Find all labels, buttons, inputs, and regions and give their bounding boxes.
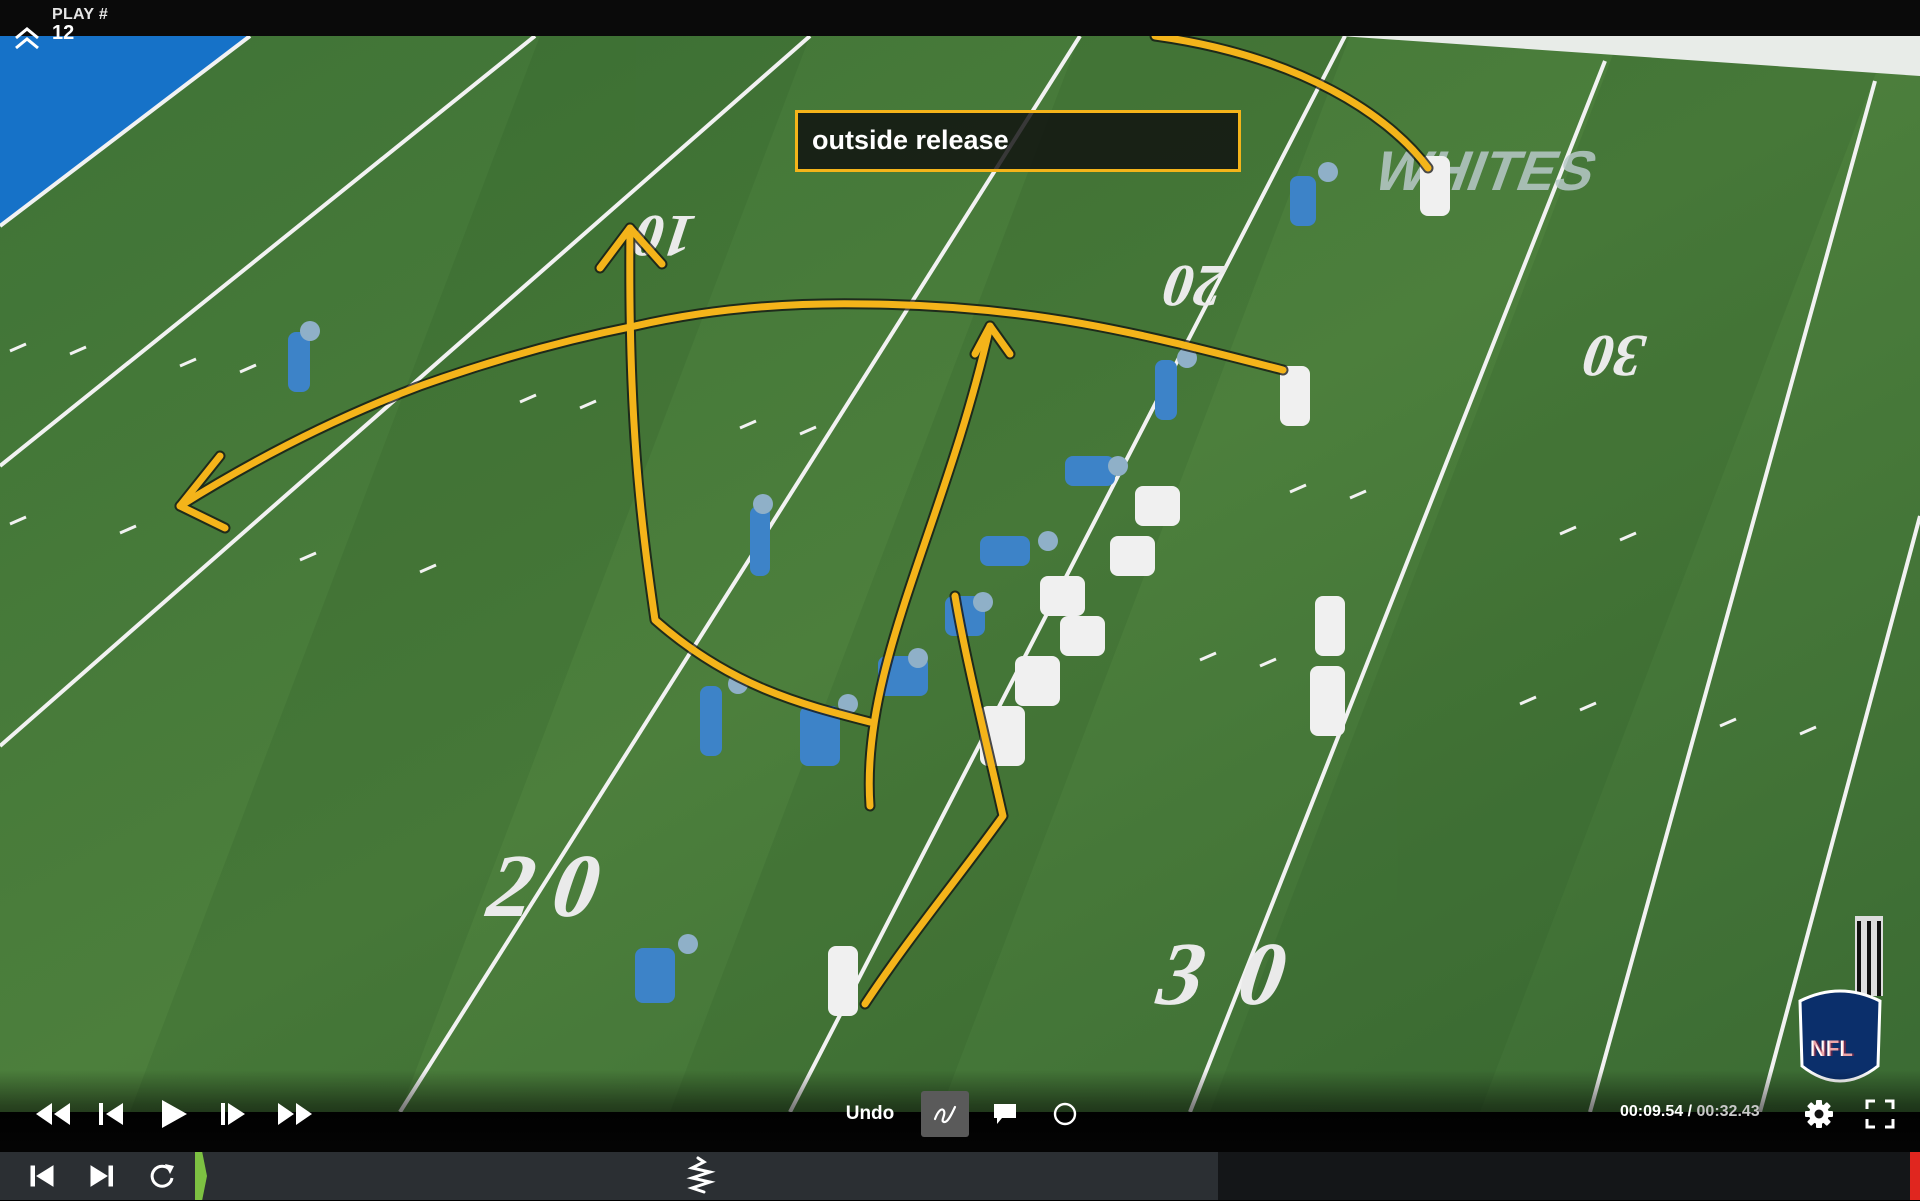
football-field: 10 20 30 20 30 WHITES NFL NFL [0, 36, 1920, 1112]
step-back-button[interactable] [92, 1092, 132, 1136]
yard-number-near-30: 30 [1144, 924, 1338, 1023]
fast-forward-icon [278, 1103, 312, 1125]
fast-rewind-icon [36, 1103, 70, 1125]
gear-icon [1805, 1100, 1833, 1128]
fullscreen-button[interactable] [1856, 1092, 1904, 1136]
pen-tool-button[interactable] [921, 1091, 969, 1137]
undo-label: Undo [845, 1103, 895, 1124]
replay-icon [150, 1164, 174, 1188]
play-number: 12 [52, 22, 75, 44]
replay-button[interactable] [142, 1158, 182, 1194]
annotation-text: outside release [812, 125, 1009, 155]
circle-icon [1053, 1102, 1077, 1126]
current-time: 00:09.54 [1620, 1103, 1684, 1120]
comment-icon [994, 1104, 1016, 1124]
referee [1855, 916, 1883, 996]
play-info: PLAY # 12 [12, 6, 108, 54]
svg-text:NFL: NFL [1812, 1036, 1855, 1061]
timeline-track [1218, 1152, 1920, 1200]
play-button[interactable] [154, 1092, 194, 1136]
timeline-end-marker [1910, 1152, 1920, 1200]
step-forward-button[interactable] [214, 1092, 254, 1136]
play-icon [162, 1100, 187, 1128]
skip-back-button[interactable] [22, 1158, 62, 1194]
skip-forward-button[interactable] [82, 1158, 122, 1194]
step-back-icon [99, 1103, 123, 1125]
total-time: 00:32.43 [1696, 1103, 1760, 1120]
fullscreen-icon [1865, 1099, 1895, 1129]
comment-tool-button[interactable] [985, 1092, 1025, 1136]
app-logo-icon [684, 1156, 718, 1196]
top-bar: PLAY # 12 [0, 0, 1920, 50]
circle-tool-button[interactable] [1045, 1092, 1085, 1136]
skip-forward-icon [90, 1165, 113, 1187]
chevron-double-up-icon[interactable] [12, 24, 42, 54]
endzone-text: WHITES [1365, 141, 1605, 203]
step-forward-icon [221, 1103, 245, 1125]
time-display: 00:09.54 / 00:32.43 [1620, 1103, 1760, 1121]
time-separator: / [1683, 1103, 1697, 1120]
settings-button[interactable] [1795, 1092, 1843, 1136]
skip-back-icon [30, 1165, 54, 1187]
undo-button[interactable]: Undo [838, 1092, 902, 1136]
annotation-textbox[interactable]: outside release [795, 110, 1241, 172]
fast-forward-button[interactable] [272, 1092, 318, 1136]
video-frame[interactable]: 10 20 30 20 30 WHITES NFL NFL [0, 36, 1920, 1112]
fast-rewind-button[interactable] [30, 1092, 76, 1136]
pen-icon [933, 1105, 957, 1124]
timeline-bar[interactable] [0, 1152, 1920, 1200]
nfl-logo-icon: NFL NFL [1798, 989, 1882, 1083]
